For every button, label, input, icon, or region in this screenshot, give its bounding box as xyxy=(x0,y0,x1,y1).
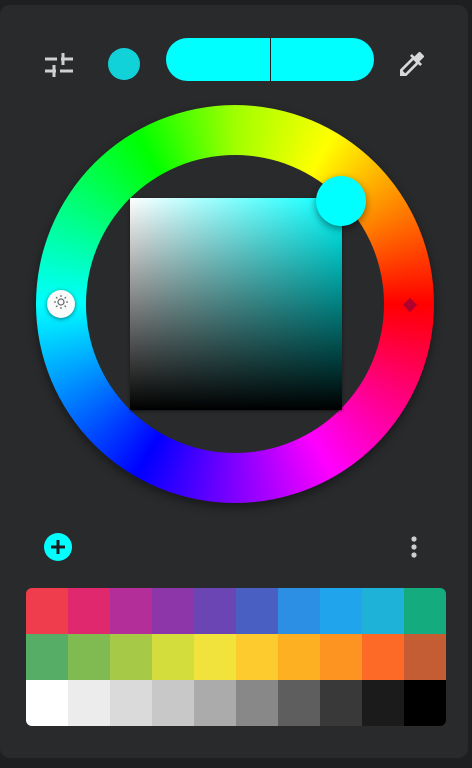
palette-swatch[interactable] xyxy=(362,680,404,726)
color-selection-handle[interactable] xyxy=(316,176,366,226)
previous-color-swatch[interactable] xyxy=(166,38,270,81)
palette-swatch[interactable] xyxy=(236,634,278,680)
add-color-button[interactable] xyxy=(44,533,72,561)
palette-swatch[interactable] xyxy=(362,634,404,680)
palette-swatch[interactable] xyxy=(68,634,110,680)
plus-circle-icon xyxy=(44,533,72,561)
palette-swatch[interactable] xyxy=(320,680,362,726)
palette-row xyxy=(26,588,446,634)
sun-icon xyxy=(53,294,69,314)
new-color-swatch[interactable] xyxy=(270,38,374,81)
palette-swatch[interactable] xyxy=(404,588,446,634)
palette-swatch[interactable] xyxy=(236,680,278,726)
palette-swatch[interactable] xyxy=(110,588,152,634)
more-options-button[interactable] xyxy=(404,534,424,560)
palette-swatch[interactable] xyxy=(236,588,278,634)
current-color-dot[interactable] xyxy=(108,48,140,80)
palette-swatch[interactable] xyxy=(320,588,362,634)
palette-swatch[interactable] xyxy=(26,680,68,726)
palette-swatch[interactable] xyxy=(194,634,236,680)
palette-swatch[interactable] xyxy=(110,634,152,680)
palette-swatch[interactable] xyxy=(152,588,194,634)
palette-row xyxy=(26,634,446,680)
palette-swatch[interactable] xyxy=(278,680,320,726)
palette-swatch[interactable] xyxy=(320,634,362,680)
palette-swatch[interactable] xyxy=(362,588,404,634)
palette-swatch[interactable] xyxy=(278,634,320,680)
palette-swatch[interactable] xyxy=(68,680,110,726)
tune-sliders-icon[interactable] xyxy=(42,49,76,81)
palette-swatch[interactable] xyxy=(152,680,194,726)
palette-swatch[interactable] xyxy=(278,588,320,634)
eyedropper-icon[interactable] xyxy=(396,48,428,80)
color-palette xyxy=(26,588,446,726)
palette-swatch[interactable] xyxy=(26,588,68,634)
color-compare-pill[interactable] xyxy=(166,38,374,81)
more-vertical-icon xyxy=(411,536,417,558)
palette-swatch[interactable] xyxy=(110,680,152,726)
palette-swatch[interactable] xyxy=(68,588,110,634)
palette-swatch[interactable] xyxy=(404,680,446,726)
saturation-value-square[interactable] xyxy=(130,198,342,410)
palette-swatch[interactable] xyxy=(152,634,194,680)
palette-swatch[interactable] xyxy=(194,588,236,634)
palette-swatch[interactable] xyxy=(26,634,68,680)
palette-row xyxy=(26,680,446,726)
palette-swatch[interactable] xyxy=(404,634,446,680)
brightness-handle[interactable] xyxy=(47,290,75,318)
palette-swatch[interactable] xyxy=(194,680,236,726)
